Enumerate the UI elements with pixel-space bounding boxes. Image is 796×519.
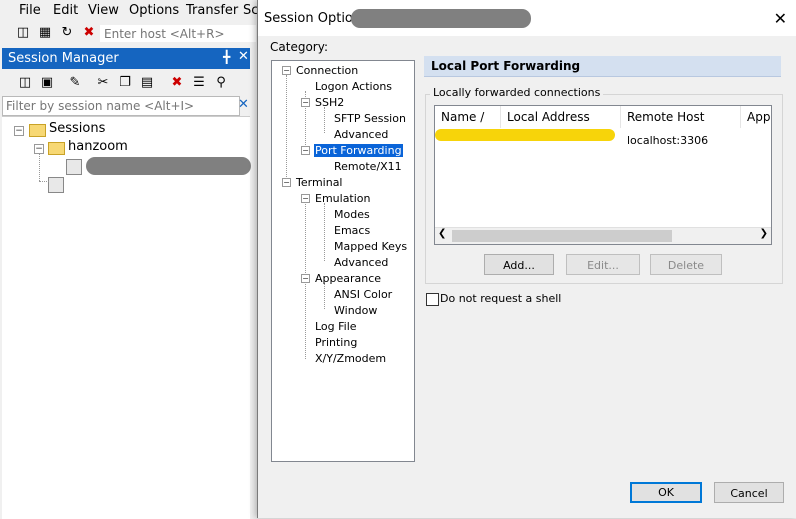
forwarded-connections-list[interactable]: Name / Local Address Remote Host Appl lo… (434, 105, 772, 245)
collapse-sessions-icon[interactable]: − (14, 126, 24, 136)
close-icon[interactable]: ✕ (774, 9, 787, 28)
pane-header: Local Port Forwarding (424, 56, 781, 77)
tree-connector (324, 203, 325, 261)
no-shell-label: Do not request a shell (440, 292, 562, 305)
scroll-right-icon[interactable]: ❯ (760, 228, 768, 239)
menu-transfer[interactable]: Transfer (186, 3, 238, 18)
scrollbar-thumb[interactable] (452, 230, 672, 242)
table-cell-remote-host[interactable]: localhost:3306 (627, 134, 708, 147)
add-button[interactable]: Add... (484, 254, 554, 275)
cut-icon[interactable]: ✂ (94, 74, 112, 92)
category-ssh2-advanced[interactable]: Advanced (334, 128, 388, 141)
column-header-local-address[interactable]: Local Address (501, 106, 621, 128)
disconnect-icon[interactable]: ✖ (80, 24, 98, 42)
tree-connector (39, 181, 49, 182)
properties-icon[interactable]: ☰ (190, 74, 208, 92)
cancel-button[interactable]: Cancel (714, 482, 784, 503)
session-icon (66, 159, 82, 175)
group-label: Locally forwarded connections (430, 86, 604, 99)
pane-title: Local Port Forwarding (431, 59, 581, 73)
category-port-forwarding[interactable]: Port Forwarding (314, 144, 403, 157)
tree-connector (324, 107, 325, 133)
paste-icon[interactable]: ▤ (138, 74, 156, 92)
tree-connector (324, 283, 325, 309)
connect-session-icon[interactable]: ◫ (16, 74, 34, 92)
column-header-name[interactable]: Name / (435, 106, 501, 128)
collapse-terminal-icon[interactable]: − (282, 178, 291, 187)
session-filter-input[interactable] (2, 96, 240, 116)
collapse-connection-icon[interactable]: − (282, 66, 291, 75)
clear-filter-icon[interactable]: ✕ (238, 97, 249, 112)
menu-view[interactable]: View (88, 3, 119, 18)
find-icon[interactable]: ⚲ (212, 74, 230, 92)
tree-node-sessions[interactable]: Sessions (49, 121, 105, 136)
menu-edit[interactable]: Edit (53, 3, 78, 18)
collapse-ssh2-icon[interactable]: − (301, 98, 310, 107)
scroll-left-icon[interactable]: ❮ (438, 228, 446, 239)
connect-tab-icon[interactable]: ▣ (38, 74, 56, 92)
horizontal-scrollbar[interactable]: ❮ ❯ (435, 227, 771, 244)
copy-icon[interactable]: ❐ (116, 74, 134, 92)
category-terminal[interactable]: Terminal (296, 176, 343, 189)
quick-connect-icon[interactable]: ▦ (36, 24, 54, 42)
session-icon[interactable] (48, 177, 64, 193)
redacted-session-name[interactable] (86, 157, 251, 175)
ok-button[interactable]: OK (630, 482, 702, 503)
category-label: Category: (270, 40, 328, 54)
category-emulation-advanced[interactable]: Advanced (334, 256, 388, 269)
session-options-dialog: Session Options ✕ Category: − Connection… (257, 0, 796, 518)
close-icon[interactable]: ✕ (238, 49, 249, 64)
category-xyzmodem[interactable]: X/Y/Zmodem (315, 352, 386, 365)
collapse-appearance-icon[interactable]: − (301, 274, 310, 283)
connect-icon[interactable]: ◫ (14, 24, 32, 42)
menu-options[interactable]: Options (129, 3, 179, 18)
category-log-file[interactable]: Log File (315, 320, 357, 333)
folder-icon (48, 142, 65, 155)
category-sftp-session[interactable]: SFTP Session (334, 112, 406, 125)
folder-icon (29, 124, 46, 137)
collapse-emulation-icon[interactable]: − (301, 194, 310, 203)
column-header-application[interactable]: Appl (741, 106, 771, 128)
highlighter-mark (435, 129, 615, 141)
pin-icon[interactable]: ╋ (223, 50, 230, 64)
category-mapped-keys[interactable]: Mapped Keys (334, 240, 407, 253)
category-appearance[interactable]: Appearance (315, 272, 381, 285)
redacted-title-text (351, 9, 531, 28)
category-ansi-color[interactable]: ANSI Color (334, 288, 392, 301)
menu-file[interactable]: File (19, 3, 41, 18)
category-modes[interactable]: Modes (334, 208, 370, 221)
no-shell-checkbox[interactable] (426, 293, 439, 306)
category-tree: − Connection Logon Actions − SSH2 SFTP S… (271, 60, 415, 462)
collapse-port-forwarding-icon[interactable]: − (301, 146, 310, 155)
category-emacs[interactable]: Emacs (334, 224, 370, 237)
dialog-title-bar: Session Options ✕ (258, 0, 796, 36)
delete-button[interactable]: Delete (650, 254, 722, 275)
delete-icon[interactable]: ✖ (168, 74, 186, 92)
tree-connector (286, 75, 287, 181)
column-header-remote-host[interactable]: Remote Host (621, 106, 741, 128)
host-input[interactable] (100, 25, 256, 42)
tree-connector (39, 153, 40, 181)
reconnect-icon[interactable]: ↻ (58, 24, 76, 42)
category-logon-actions[interactable]: Logon Actions (315, 80, 392, 93)
category-remote-x11[interactable]: Remote/X11 (334, 160, 402, 173)
session-manager-title: Session Manager (8, 51, 119, 66)
session-manager-title-bar: Session Manager ╋ ✕ (2, 48, 250, 69)
tree-node-hanzoom[interactable]: hanzoom (68, 139, 128, 154)
category-window[interactable]: Window (334, 304, 377, 317)
session-tree: − Sessions − hanzoom (2, 116, 251, 519)
new-session-icon[interactable]: ✎ (66, 74, 84, 92)
category-ssh2[interactable]: SSH2 (315, 96, 344, 109)
category-emulation[interactable]: Emulation (315, 192, 371, 205)
category-printing[interactable]: Printing (315, 336, 357, 349)
edit-button[interactable]: Edit... (566, 254, 640, 275)
session-manager-toolbar: ◫ ▣ ✎ ✂ ❐ ▤ ✖ ☰ ⚲ (2, 70, 250, 96)
menu-bar: File Edit View Options Transfer Sc (0, 0, 258, 22)
category-connection[interactable]: Connection (296, 64, 358, 77)
